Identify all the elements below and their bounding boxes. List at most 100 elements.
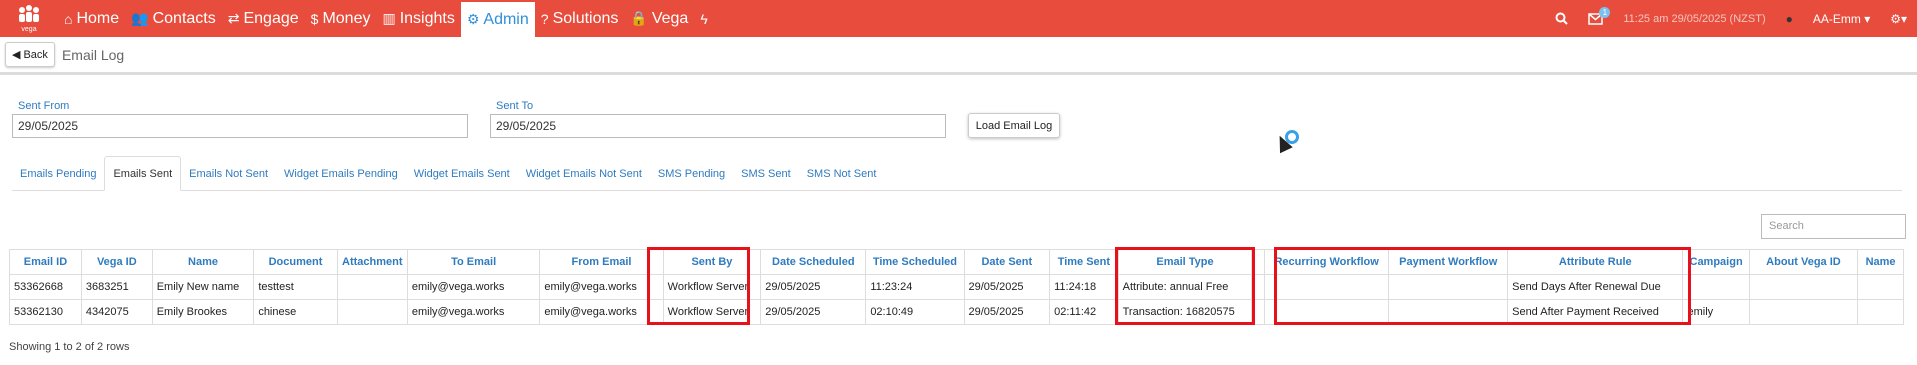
table-cell bbox=[1748, 274, 1859, 300]
table-search-input[interactable]: Search bbox=[1761, 214, 1906, 239]
column-header[interactable] bbox=[1251, 249, 1265, 275]
table-cell: 53362668 bbox=[9, 274, 82, 300]
sent-to-label: Sent To bbox=[496, 100, 534, 112]
table-row[interactable]: 53362130 4342075 Emily Brookes chinese emily… bbox=[9, 299, 1904, 325]
question-icon: ? bbox=[540, 10, 549, 27]
tab-sms-pending[interactable]: SMS Pending bbox=[650, 156, 733, 191]
tab-sms-not-sent[interactable]: SMS Not Sent bbox=[799, 156, 885, 191]
nav-item-insights[interactable]: ▥ Insights bbox=[376, 0, 460, 37]
nav-item-solutions[interactable]: ? Solutions bbox=[535, 0, 625, 37]
table-cell bbox=[1388, 274, 1509, 300]
table-cell: 29/05/2025 bbox=[760, 274, 867, 300]
sent-from-label: Sent From bbox=[18, 100, 70, 112]
column-header[interactable]: About Vega ID bbox=[1748, 249, 1859, 275]
settings-menu-icon[interactable]: ⚙▾ bbox=[1890, 12, 1907, 26]
table-cell bbox=[336, 299, 408, 325]
table-cell bbox=[1857, 274, 1904, 300]
table-cell bbox=[1388, 299, 1509, 325]
column-header[interactable]: Vega ID bbox=[80, 249, 153, 275]
column-header[interactable]: Recurring Workflow bbox=[1263, 249, 1390, 275]
lock-icon: 🔒 bbox=[630, 10, 648, 26]
dollar-icon: $ bbox=[310, 10, 319, 27]
sent-from-input[interactable]: 29/05/2025 bbox=[12, 114, 468, 138]
apple-icon: ● bbox=[1785, 11, 1793, 26]
page-header: ◀ Back Email Log bbox=[0, 37, 1917, 75]
column-header[interactable]: Document bbox=[253, 249, 338, 275]
mail-count-badge: 1 bbox=[1599, 6, 1611, 18]
column-header[interactable]: Name bbox=[1857, 249, 1904, 275]
table-row[interactable]: 53362668 3683251 Emily New name testtest emi… bbox=[9, 274, 1904, 300]
table-cell: 29/05/2025 bbox=[760, 299, 867, 325]
tab-emails-sent[interactable]: Emails Sent bbox=[104, 156, 182, 191]
nav-label: Admin bbox=[483, 10, 529, 28]
table-cell: 29/05/2025 bbox=[963, 274, 1051, 300]
tab-emails-not-sent[interactable]: Emails Not Sent bbox=[181, 156, 276, 191]
table-cell bbox=[1251, 274, 1265, 300]
nav-label: Money bbox=[322, 9, 371, 27]
tab-widget-emails-not-sent[interactable]: Widget Emails Not Sent bbox=[518, 156, 650, 191]
table-cell: 02:10:49 bbox=[865, 299, 965, 325]
nav-item-quick[interactable]: ϟ bbox=[694, 0, 717, 37]
datetime-display: 11:25 am 29/05/2025 (NZST) bbox=[1623, 12, 1766, 25]
table-cell: emily@vega.works bbox=[539, 299, 664, 325]
table-cell: 4342075 bbox=[80, 299, 153, 325]
cogs-icon: ⚙ bbox=[466, 11, 480, 27]
nav-label: Home bbox=[76, 9, 120, 27]
table-cell: Send After Payment Received bbox=[1507, 299, 1684, 325]
user-menu[interactable]: AA-Emm ▾ bbox=[1813, 12, 1870, 26]
nav-item-home[interactable]: ⌂ Home bbox=[58, 0, 125, 37]
table-cell: 29/05/2025 bbox=[963, 299, 1051, 325]
column-header[interactable]: Attribute Rule bbox=[1507, 249, 1684, 275]
column-header[interactable]: Payment Workflow bbox=[1388, 249, 1509, 275]
tab-widget-emails-sent[interactable]: Widget Emails Sent bbox=[406, 156, 518, 191]
column-header[interactable]: Date Scheduled bbox=[760, 249, 867, 275]
column-header[interactable]: Time Scheduled bbox=[865, 249, 965, 275]
column-header[interactable]: Campaign bbox=[1682, 249, 1750, 275]
column-header[interactable]: To Email bbox=[406, 249, 541, 275]
table-cell: emily@vega.works bbox=[406, 299, 541, 325]
table-cell: 3683251 bbox=[80, 274, 153, 300]
nav-item-vega[interactable]: 🔒 Vega bbox=[624, 0, 694, 37]
nav-label: Vega bbox=[651, 9, 689, 27]
nav-item-engage[interactable]: ⇄ Engage bbox=[222, 0, 305, 37]
back-button[interactable]: ◀ Back bbox=[5, 42, 55, 67]
nav-item-contacts[interactable]: 👥 Contacts bbox=[125, 0, 222, 37]
nav-item-admin[interactable]: ⚙ Admin bbox=[460, 0, 535, 37]
back-label: Back bbox=[23, 48, 48, 61]
table-cell: emily bbox=[1682, 299, 1750, 325]
table-cell: Emily New name bbox=[151, 274, 255, 300]
email-log-table: Email ID Vega ID Name Document Attachment To … bbox=[9, 249, 1904, 325]
column-header[interactable]: Sent By bbox=[662, 249, 762, 275]
email-log-tabs: Emails Pending Emails Sent Emails Not Sent… bbox=[12, 156, 1902, 191]
nav-item-money[interactable]: $ Money bbox=[305, 0, 377, 37]
search-icon[interactable] bbox=[1555, 12, 1569, 25]
table-cell: 11:23:24 bbox=[865, 274, 965, 300]
svg-text:vega: vega bbox=[21, 26, 36, 33]
sent-to-input[interactable]: 29/05/2025 bbox=[490, 114, 946, 138]
vega-logo[interactable]: vega bbox=[0, 0, 58, 37]
mail-icon[interactable]: 1 bbox=[1588, 6, 1611, 25]
tab-widget-emails-pending[interactable]: Widget Emails Pending bbox=[276, 156, 406, 191]
column-header[interactable]: Attachment bbox=[336, 249, 408, 275]
table-cell: Transaction: 16820575 bbox=[1117, 299, 1253, 325]
table-cell: emily@vega.works bbox=[406, 274, 541, 300]
bolt-icon: ϟ bbox=[700, 10, 708, 27]
column-header[interactable]: Name bbox=[151, 249, 255, 275]
tab-sms-sent[interactable]: SMS Sent bbox=[733, 156, 799, 191]
table-cell: emily@vega.works bbox=[539, 274, 664, 300]
column-header[interactable]: Date Sent bbox=[963, 249, 1051, 275]
table-cell bbox=[1682, 274, 1750, 300]
load-email-log-button[interactable]: Load Email Log bbox=[968, 113, 1060, 138]
column-header[interactable]: From Email bbox=[539, 249, 664, 275]
users-icon: 👥 bbox=[131, 10, 149, 26]
column-header[interactable]: Time Sent bbox=[1049, 249, 1119, 275]
table-cell: 53362130 bbox=[9, 299, 82, 325]
top-navbar: vega ⌂ Home 👥 Contacts ⇄ Engage $ Money ▥ Insight… bbox=[0, 0, 1917, 37]
column-header[interactable]: Email ID bbox=[9, 249, 82, 275]
tab-emails-pending[interactable]: Emails Pending bbox=[12, 156, 104, 191]
column-header[interactable]: Email Type bbox=[1117, 249, 1253, 275]
table-cell bbox=[1263, 299, 1390, 325]
table-cell: Attribute: annual Free bbox=[1117, 274, 1253, 300]
table-cell bbox=[1251, 299, 1265, 325]
table-cell: Workflow Server bbox=[662, 299, 762, 325]
